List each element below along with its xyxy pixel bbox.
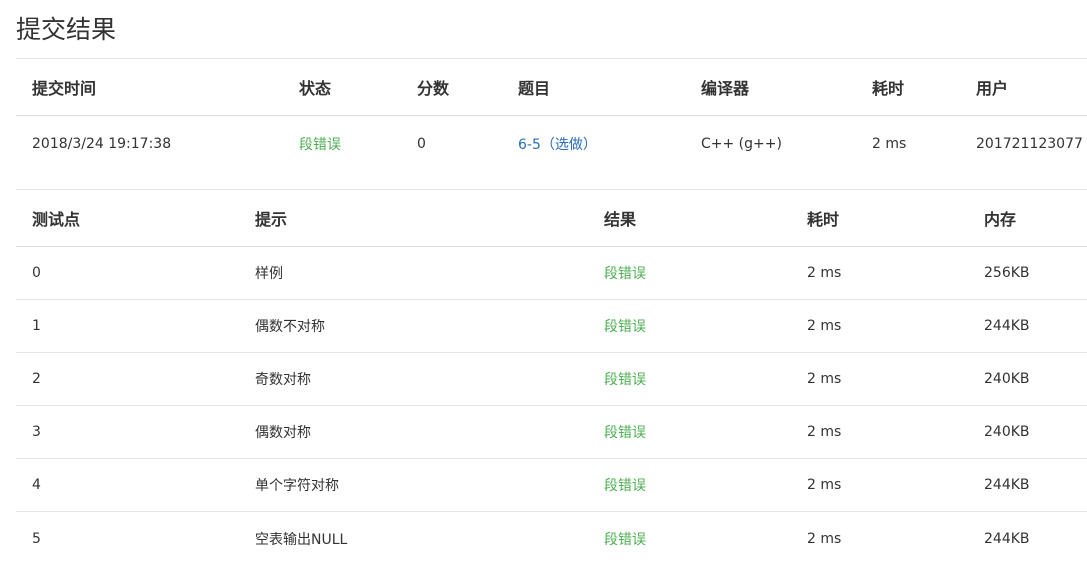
test-hint: 空表输出NULL: [255, 531, 348, 548]
table-row: 3 偶数对称 段错误 2 ms 240KB: [16, 406, 1087, 459]
test-point: 2: [32, 371, 41, 387]
header-result: 结果: [604, 210, 637, 229]
page-title: 提交结果: [16, 15, 117, 44]
duration-value: 2 ms: [872, 136, 907, 152]
test-duration: 2 ms: [807, 530, 842, 547]
test-result-badge: 段错误: [604, 319, 646, 335]
problem-link[interactable]: 6-5（选做）: [518, 116, 597, 172]
table-row: 2 奇数对称 段错误 2 ms 240KB: [16, 353, 1087, 406]
header-compiler: 编译器: [701, 79, 750, 98]
header-submit-time: 提交时间: [32, 79, 97, 98]
table-row: 5 空表输出NULL 段错误 2 ms 244KB: [16, 512, 1087, 565]
submission-table: 提交时间 状态 分数 题目 编译器 耗时 用户 2018/3/24 19:17:…: [16, 58, 1087, 189]
header-test-point: 测试点: [32, 210, 81, 229]
test-duration: 2 ms: [807, 318, 842, 334]
test-memory: 256KB: [984, 265, 1030, 281]
score-value: 0: [417, 136, 426, 152]
test-memory: 240KB: [984, 371, 1030, 387]
test-hint: 奇数对称: [255, 372, 311, 388]
header-problem: 题目: [518, 79, 551, 98]
submission-header-row: 提交时间 状态 分数 题目 编译器 耗时 用户: [16, 59, 1087, 116]
table-row: 0 样例 段错误 2 ms 256KB: [16, 247, 1087, 300]
test-hint: 偶数不对称: [255, 319, 325, 335]
test-duration: 2 ms: [807, 265, 842, 281]
testcase-table: 测试点 提示 结果 耗时 内存 0 样例 段错误 2 ms 256KB 1 偶数…: [16, 189, 1087, 576]
test-memory: 244KB: [984, 477, 1030, 493]
test-hint: 单个字符对称: [255, 478, 339, 494]
header-memory: 内存: [984, 210, 1017, 229]
test-point: 3: [32, 424, 41, 440]
header-hint: 提示: [255, 210, 288, 229]
test-hint: 样例: [255, 266, 283, 282]
compiler-value: C++ (g++): [701, 136, 782, 152]
test-memory: 244KB: [984, 530, 1030, 547]
test-result-badge: 段错误: [604, 425, 646, 441]
test-hint: 偶数对称: [255, 425, 311, 441]
test-result-badge: 段错误: [604, 531, 646, 548]
test-result-badge: 段错误: [604, 266, 646, 282]
test-memory: 244KB: [984, 318, 1030, 334]
table-row: 1 偶数不对称 段错误 2 ms 244KB: [16, 300, 1087, 353]
status-badge: 段错误: [299, 137, 341, 153]
header-duration: 耗时: [872, 79, 905, 98]
test-point: 1: [32, 318, 41, 334]
submission-row: 2018/3/24 19:17:38 段错误 0 6-5（选做） C++ (g+…: [16, 116, 1087, 172]
test-point: 4: [32, 477, 41, 493]
submit-time: 2018/3/24 19:17:38: [32, 136, 172, 152]
test-duration: 2 ms: [807, 477, 842, 493]
header-status: 状态: [299, 79, 332, 98]
test-duration: 2 ms: [807, 371, 842, 387]
table-row: 4 单个字符对称 段错误 2 ms 244KB: [16, 459, 1087, 512]
test-point: 5: [32, 530, 41, 547]
test-result-badge: 段错误: [604, 372, 646, 388]
header-duration: 耗时: [807, 210, 840, 229]
test-memory: 240KB: [984, 424, 1030, 440]
header-score: 分数: [417, 79, 450, 98]
header-user: 用户: [976, 79, 1009, 98]
test-result-badge: 段错误: [604, 478, 646, 494]
testcase-header-row: 测试点 提示 结果 耗时 内存: [16, 190, 1087, 247]
test-point: 0: [32, 265, 41, 281]
user-value: 201721123077: [976, 136, 1083, 152]
test-duration: 2 ms: [807, 424, 842, 440]
